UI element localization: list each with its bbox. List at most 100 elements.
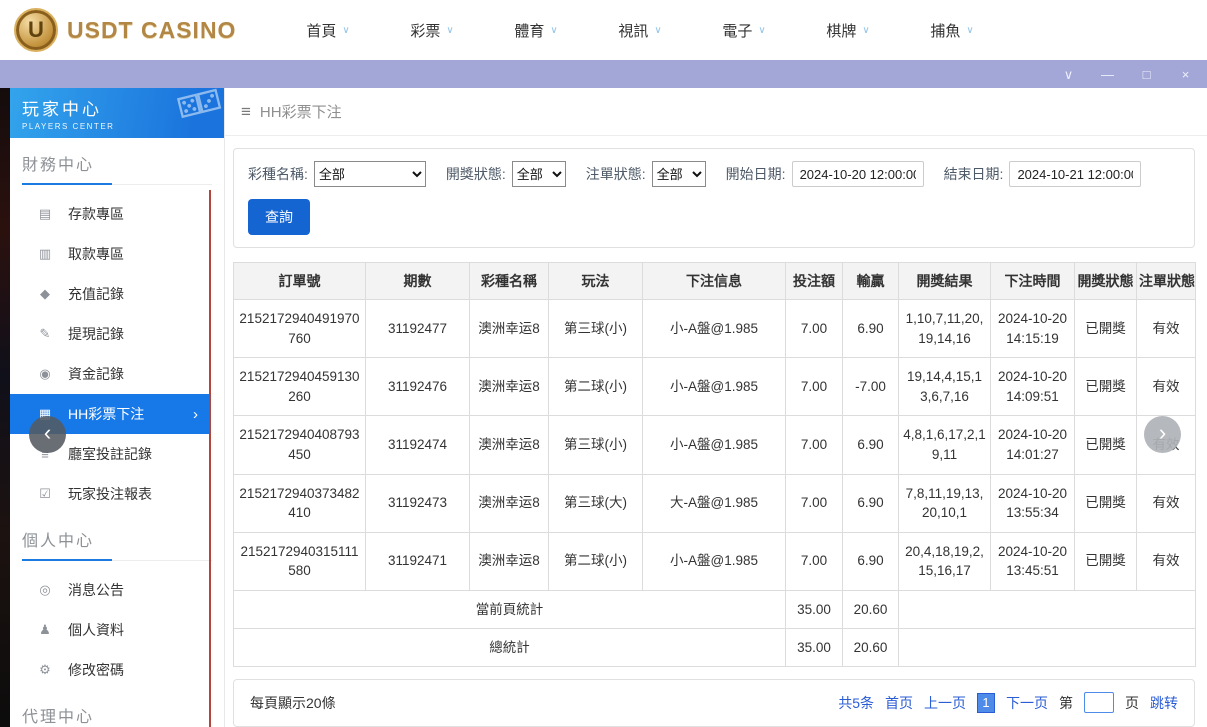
- chevron-down-icon: ∨: [446, 25, 453, 36]
- lottery-name-label: 彩種名稱:: [248, 164, 308, 184]
- collapse-icon[interactable]: ∨: [1061, 68, 1076, 81]
- sidebar-item-label: 個人資料: [68, 620, 124, 640]
- nav-item-fishing[interactable]: 捕魚 ∨: [900, 20, 1004, 41]
- col-amount: 投注額: [786, 263, 843, 300]
- current-page-badge[interactable]: 1: [977, 693, 995, 713]
- cell-draw-status: 已開獎: [1075, 474, 1137, 532]
- start-date-label: 開始日期:: [726, 164, 786, 184]
- chevron-down-icon: ∨: [758, 25, 765, 36]
- cell-lottery: 澳洲幸运8: [470, 532, 549, 590]
- sidebar-item-profile[interactable]: ♟ 個人資料: [10, 610, 210, 650]
- col-order-no: 訂單號: [234, 263, 366, 300]
- carousel-left-arrow[interactable]: ‹: [29, 416, 66, 453]
- sidebar: 玩家中心 PLAYERS CENTER ⚄⚂ 財務中心 ▤ 存款專區 ▥ 取款專…: [10, 88, 225, 727]
- sidebar-item-label: 玩家投注報表: [68, 484, 152, 504]
- sidebar-item-announcements[interactable]: ◎ 消息公告: [10, 570, 210, 610]
- cell-draw-status: 已開獎: [1075, 416, 1137, 474]
- top-navigation: U USDT CASINO 首頁 ∨ 彩票 ∨ 體育 ∨ 視訊 ∨ 電子 ∨: [0, 0, 1207, 60]
- cell-amount: 7.00: [786, 300, 843, 358]
- cell-lottery: 澳洲幸运8: [470, 474, 549, 532]
- search-button[interactable]: 查詢: [248, 199, 310, 235]
- section-agent-center: 代理中心: [22, 703, 212, 727]
- goto-suffix-label: 页: [1125, 693, 1139, 713]
- sidebar-scrollbar[interactable]: [209, 190, 211, 727]
- chevron-right-icon: ›: [193, 406, 198, 423]
- goto-page-input[interactable]: [1084, 692, 1114, 713]
- cell-bet-status: 有效: [1137, 532, 1196, 590]
- minimize-icon[interactable]: —: [1100, 68, 1115, 81]
- breadcrumb: ≡ HH彩票下注: [225, 88, 1207, 136]
- sidebar-item-label: 修改密碼: [68, 660, 124, 680]
- cell-order-no: 2152172940459130260: [234, 358, 366, 416]
- summary-amount: 35.00: [786, 590, 843, 628]
- end-date-input[interactable]: [1009, 161, 1141, 187]
- sidebar-item-change-password[interactable]: ⚙ 修改密碼: [10, 650, 210, 690]
- col-bet-info: 下注信息: [643, 263, 786, 300]
- cell-bet-time: 2024-10-20 14:09:51: [991, 358, 1075, 416]
- prev-page-link[interactable]: 上一页: [924, 693, 966, 713]
- cell-result: 4,8,1,6,17,2,19,11: [899, 416, 991, 474]
- carousel-right-arrow[interactable]: ›: [1144, 416, 1181, 453]
- nav-item-board-games[interactable]: 棋牌 ∨: [796, 20, 900, 41]
- pagination-controls: 共5条 首页 上一页 1 下一页 第 页 跳转: [838, 692, 1178, 713]
- close-icon[interactable]: ×: [1178, 68, 1193, 81]
- nav-item-label: 首頁: [306, 20, 336, 41]
- sidebar-item-label: 取款專區: [68, 244, 124, 264]
- col-bet-status: 注單狀態: [1137, 263, 1196, 300]
- sidebar-item-label: HH彩票下注: [68, 404, 144, 424]
- bet-status-select[interactable]: 全部: [652, 161, 706, 187]
- sidebar-item-player-bet-report[interactable]: ☑ 玩家投注報表: [10, 474, 210, 514]
- logo-text: USDT CASINO: [67, 17, 236, 44]
- cell-period: 31192476: [366, 358, 470, 416]
- goto-jump-link[interactable]: 跳转: [1150, 693, 1178, 713]
- section-personal-center: 個人中心: [22, 527, 212, 561]
- sidebar-item-funds-record[interactable]: ◉ 資金記錄: [10, 354, 210, 394]
- sidebar-item-withdrawal-record[interactable]: ✎ 提現記錄: [10, 314, 210, 354]
- cell-bet-time: 2024-10-20 13:55:34: [991, 474, 1075, 532]
- nav-item-lottery[interactable]: 彩票 ∨: [380, 20, 484, 41]
- sidebar-item-label: 提現記錄: [68, 324, 124, 344]
- cell-bet-status: 有效: [1137, 474, 1196, 532]
- summary-win-loss: 20.60: [843, 628, 899, 666]
- nav-item-video[interactable]: 視訊 ∨: [588, 20, 692, 41]
- nav-item-electronic[interactable]: 電子 ∨: [692, 20, 796, 41]
- cell-lottery: 澳洲幸运8: [470, 416, 549, 474]
- start-date-input[interactable]: [792, 161, 924, 187]
- end-date-label: 結束日期:: [944, 164, 1004, 184]
- table-row: 2152172940373482410 31192473 澳洲幸运8 第三球(大…: [234, 474, 1196, 532]
- logo[interactable]: U USDT CASINO: [14, 8, 246, 52]
- maximize-icon[interactable]: □: [1139, 68, 1154, 81]
- player-report-icon: ☑: [37, 486, 53, 502]
- cell-draw-status: 已開獎: [1075, 358, 1137, 416]
- menu-icon[interactable]: ≡: [241, 102, 251, 122]
- col-play: 玩法: [549, 263, 643, 300]
- chevron-down-icon: ∨: [966, 25, 973, 36]
- next-page-link[interactable]: 下一页: [1006, 693, 1048, 713]
- first-page-link[interactable]: 首页: [885, 693, 913, 713]
- cell-bet-info: 大-A盤@1.985: [643, 474, 786, 532]
- section-title-label: 個人中心: [22, 533, 94, 550]
- sidebar-item-withdraw-zone[interactable]: ▥ 取款專區: [10, 234, 210, 274]
- cell-result: 7,8,11,19,13,20,10,1: [899, 474, 991, 532]
- cell-play: 第三球(大): [549, 474, 643, 532]
- lottery-name-select[interactable]: 全部: [314, 161, 426, 187]
- nav-item-sports[interactable]: 體育 ∨: [484, 20, 588, 41]
- chevron-down-icon: ∨: [342, 25, 349, 36]
- sidebar-item-recharge-record[interactable]: ◆ 充值記錄: [10, 274, 210, 314]
- withdrawal-record-icon: ✎: [37, 326, 53, 342]
- section-finance-center: 財務中心: [22, 151, 212, 185]
- cell-draw-status: 已開獎: [1075, 300, 1137, 358]
- table-row: 2152172940315111580 31192471 澳洲幸运8 第二球(小…: [234, 532, 1196, 590]
- app-body: 玩家中心 PLAYERS CENTER ⚄⚂ 財務中心 ▤ 存款專區 ▥ 取款專…: [0, 88, 1207, 727]
- main-content: ≡ HH彩票下注 彩種名稱: 全部 開獎狀態: 全部 注單狀態:: [225, 88, 1207, 727]
- nav-item-label: 捕魚: [930, 20, 960, 41]
- sidebar-item-label: 廳室投註記錄: [68, 444, 152, 464]
- filter-panel: 彩種名稱: 全部 開獎狀態: 全部 注單狀態: 全部 開始日期:: [233, 148, 1195, 248]
- sidebar-item-deposit-zone[interactable]: ▤ 存款專區: [10, 194, 210, 234]
- draw-status-select[interactable]: 全部: [512, 161, 566, 187]
- cell-period: 31192473: [366, 474, 470, 532]
- summary-row-total: 總統計 35.00 20.60: [234, 628, 1196, 666]
- pagination-bar: 每頁顯示20條 共5条 首页 上一页 1 下一页 第 页 跳转: [233, 679, 1195, 727]
- nav-item-home[interactable]: 首頁 ∨: [276, 20, 380, 41]
- cell-play: 第二球(小): [549, 532, 643, 590]
